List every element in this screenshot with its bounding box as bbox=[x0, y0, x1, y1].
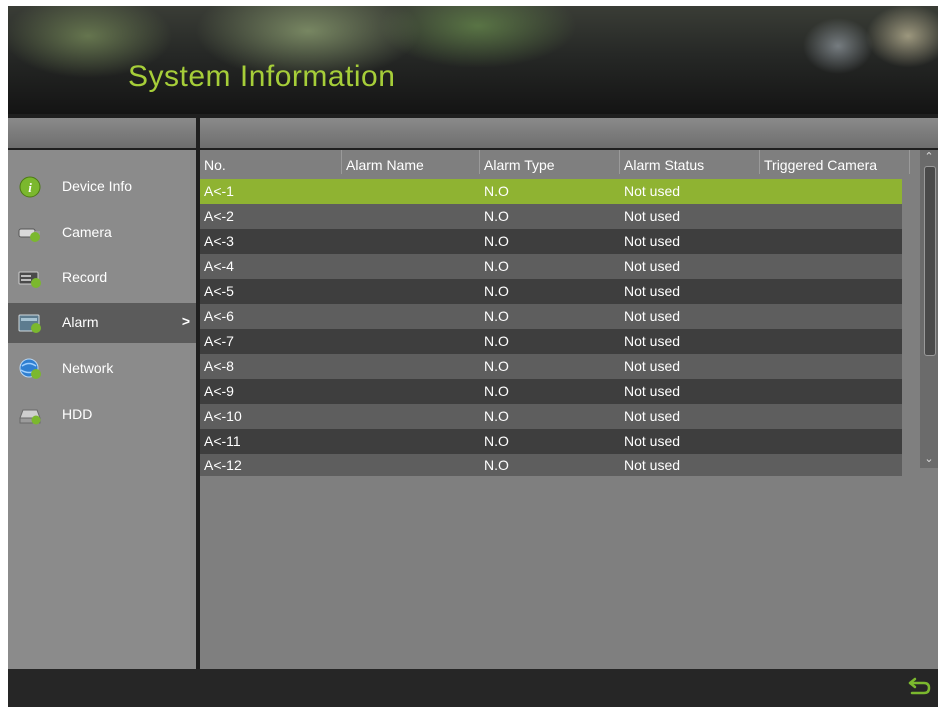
table-row[interactable]: A<-3 N.O Not used bbox=[200, 229, 902, 254]
sidebar-item-network[interactable]: Network bbox=[8, 349, 196, 389]
scroll-down-icon[interactable]: ⌄ bbox=[920, 452, 938, 466]
cell-alarm-status: Not used bbox=[624, 283, 681, 299]
column-header-alarm-name[interactable]: Alarm Name bbox=[342, 150, 480, 174]
hdd-icon bbox=[19, 409, 41, 425]
table-row[interactable]: A<-2 N.O Not used bbox=[200, 204, 902, 229]
sidebar-item-label: HDD bbox=[62, 406, 93, 422]
cell-alarm-type: N.O bbox=[484, 258, 509, 274]
cell-no: A<-10 bbox=[204, 408, 242, 424]
cell-no: A<-7 bbox=[204, 333, 234, 349]
cell-no: A<-5 bbox=[204, 283, 234, 299]
sidebar: i Device Info Camera Record Alarm > Netw… bbox=[8, 150, 196, 669]
cell-no: A<-3 bbox=[204, 233, 234, 249]
camera-icon bbox=[18, 228, 40, 242]
cell-no: A<-11 bbox=[204, 433, 241, 449]
cell-alarm-type: N.O bbox=[484, 333, 509, 349]
sidebar-item-label: Alarm bbox=[62, 314, 99, 330]
cell-no: A<-1 bbox=[204, 183, 234, 199]
cell-no: A<-2 bbox=[204, 208, 234, 224]
cell-alarm-status: Not used bbox=[624, 233, 681, 249]
table-row[interactable]: A<-5 N.O Not used bbox=[200, 279, 902, 304]
alarm-icon bbox=[18, 314, 41, 333]
cell-alarm-type: N.O bbox=[484, 433, 509, 449]
cell-alarm-status: Not used bbox=[624, 358, 681, 374]
cell-alarm-status: Not used bbox=[624, 333, 681, 349]
record-icon bbox=[18, 271, 41, 288]
content-header-bar bbox=[200, 118, 938, 148]
svg-text:i: i bbox=[28, 180, 32, 195]
cell-alarm-type: N.O bbox=[484, 233, 509, 249]
footer-bar bbox=[8, 669, 938, 707]
cell-alarm-status: Not used bbox=[624, 457, 681, 473]
cell-no: A<-4 bbox=[204, 258, 234, 274]
table-row[interactable]: A<-9 N.O Not used bbox=[200, 379, 902, 404]
cell-alarm-type: N.O bbox=[484, 383, 509, 399]
app-window: System Information i Device Info Camera bbox=[8, 6, 938, 707]
sidebar-item-label: Device Info bbox=[62, 178, 133, 194]
column-header-triggered-camera[interactable]: Triggered Camera bbox=[760, 150, 910, 174]
cell-alarm-status: Not used bbox=[624, 408, 681, 424]
sidebar-item-alarm[interactable]: Alarm > bbox=[8, 303, 196, 343]
info-icon: i bbox=[19, 176, 41, 198]
column-header-alarm-status[interactable]: Alarm Status bbox=[620, 150, 760, 174]
sidebar-item-camera[interactable]: Camera bbox=[8, 213, 196, 253]
cell-alarm-type: N.O bbox=[484, 183, 509, 199]
sidebar-header-bar bbox=[8, 118, 196, 148]
table-row[interactable]: A<-10 N.O Not used bbox=[200, 404, 902, 429]
scrollbar-thumb[interactable] bbox=[924, 166, 936, 356]
column-header-no[interactable]: No. bbox=[200, 150, 342, 174]
cell-no: A<-6 bbox=[204, 308, 234, 324]
cell-alarm-status: Not used bbox=[624, 183, 681, 199]
back-icon[interactable] bbox=[906, 677, 932, 699]
table-row[interactable]: A<-1 N.O Not used bbox=[200, 179, 902, 204]
sidebar-item-label: Record bbox=[62, 269, 108, 285]
cell-no: A<-12 bbox=[204, 457, 242, 473]
cell-no: A<-9 bbox=[204, 383, 234, 399]
cell-alarm-type: N.O bbox=[484, 457, 509, 473]
cell-alarm-type: N.O bbox=[484, 308, 509, 324]
column-header-alarm-type[interactable]: Alarm Type bbox=[480, 150, 620, 174]
cell-alarm-status: Not used bbox=[624, 308, 681, 324]
cell-alarm-status: Not used bbox=[624, 383, 681, 399]
alarm-info-panel: No. Alarm Name Alarm Type Alarm Status T… bbox=[200, 150, 938, 669]
table-row[interactable]: A<-12 N.O Not used bbox=[200, 454, 902, 476]
cell-alarm-type: N.O bbox=[484, 358, 509, 374]
table-row[interactable]: A<-11 N.O Not used bbox=[200, 429, 902, 454]
sidebar-item-record[interactable]: Record bbox=[8, 258, 196, 298]
table-row[interactable]: A<-7 N.O Not used bbox=[200, 329, 902, 354]
table-header: No. Alarm Name Alarm Type Alarm Status T… bbox=[200, 150, 910, 174]
scroll-up-icon[interactable]: ⌃ bbox=[920, 150, 938, 164]
cell-alarm-status: Not used bbox=[624, 208, 681, 224]
cell-alarm-status: Not used bbox=[624, 433, 681, 449]
table-row[interactable]: A<-8 N.O Not used bbox=[200, 354, 902, 379]
page-title: System Information bbox=[128, 60, 396, 93]
cell-alarm-status: Not used bbox=[624, 258, 681, 274]
cell-alarm-type: N.O bbox=[484, 208, 509, 224]
sidebar-item-label: Camera bbox=[62, 224, 112, 240]
header-banner: System Information bbox=[8, 6, 938, 114]
sidebar-item-label: Network bbox=[62, 360, 114, 376]
sidebar-item-device-info[interactable]: i Device Info bbox=[8, 167, 196, 207]
chevron-right-icon: > bbox=[181, 313, 190, 329]
table-row[interactable]: A<-4 N.O Not used bbox=[200, 254, 902, 279]
cell-alarm-type: N.O bbox=[484, 408, 509, 424]
cell-alarm-type: N.O bbox=[484, 283, 509, 299]
network-icon bbox=[19, 358, 41, 379]
sidebar-item-hdd[interactable]: HDD bbox=[8, 395, 196, 435]
table-scrollbar[interactable]: ⌃ ⌄ bbox=[920, 150, 938, 468]
cell-no: A<-8 bbox=[204, 358, 234, 374]
table-row[interactable]: A<-6 N.O Not used bbox=[200, 304, 902, 329]
